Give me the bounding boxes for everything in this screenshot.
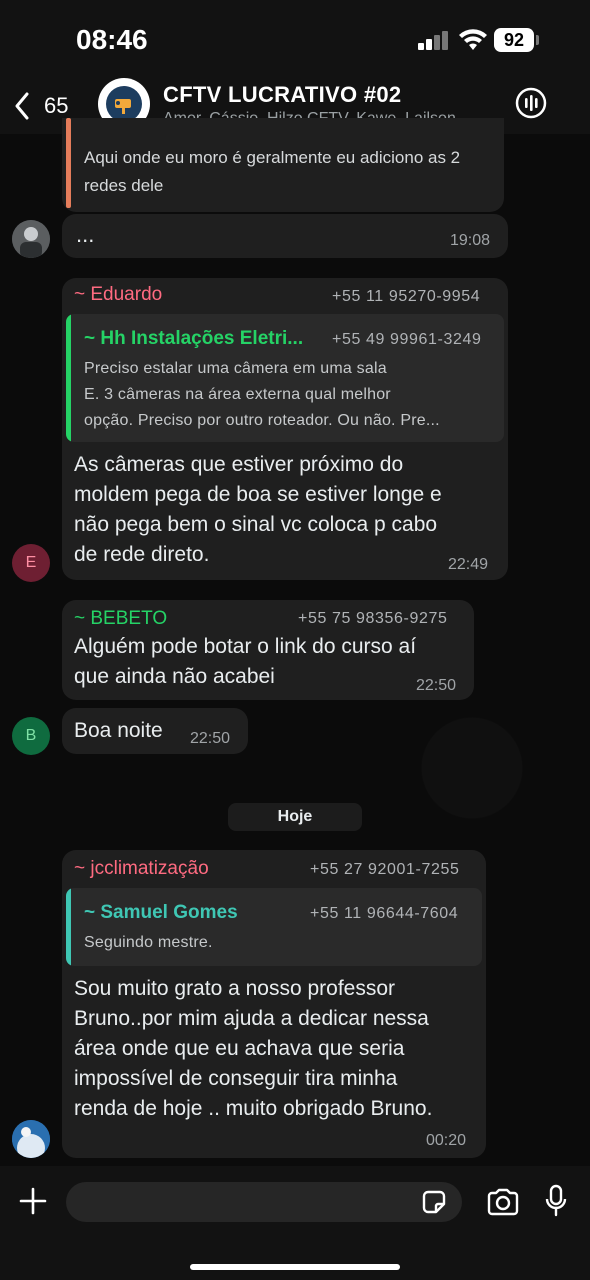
sender-phone: +55 75 98356-9275	[298, 610, 448, 627]
quoted-text-line: Preciso estalar uma câmera em uma sala	[84, 360, 387, 377]
back-chevron-icon	[15, 92, 29, 120]
avatar[interactable]	[12, 1120, 50, 1158]
battery-tip	[536, 35, 539, 45]
voice-call-icon[interactable]	[514, 86, 548, 120]
avatar[interactable]: B	[12, 717, 50, 755]
message-bubble[interactable]: ... 19:08	[62, 214, 508, 258]
quote-accent-bar	[66, 118, 71, 208]
microphone-icon[interactable]	[544, 1184, 568, 1218]
sender-phone: +55 27 92001-7255	[310, 861, 460, 878]
message-bubble[interactable]: ~ BEBETO +55 75 98356-9275 Alguém pode b…	[62, 600, 474, 700]
sender-phone: +55 11 95270-9954	[332, 288, 481, 305]
message-text-line: Sou muito grato a nosso professor	[74, 977, 396, 1000]
message-text: ...	[76, 222, 95, 247]
message-text-line: renda de hoje .. muito obrigado Bruno.	[74, 1097, 433, 1120]
quote-accent-bar	[66, 314, 71, 442]
message-bubble[interactable]: Boa noite 22:50	[62, 708, 248, 754]
message-time: 00:20	[426, 1132, 467, 1149]
chat-screen: 08:46 92 65 CFTV LUCRATIVO #02 Aqui onde…	[0, 0, 590, 1280]
message-text-line: que ainda não acabei	[74, 665, 275, 688]
quoted-message[interactable]: ~ Samuel Gomes +55 11 96644-7604 Seguind…	[66, 888, 482, 966]
message-text-line: de rede direto.	[74, 543, 210, 566]
plus-icon[interactable]	[18, 1186, 48, 1216]
quoted-phone: +55 49 99961-3249	[332, 331, 482, 348]
battery-indicator: 92	[494, 28, 534, 52]
sender-name[interactable]: ~ BEBETO	[74, 608, 167, 630]
cellular-signal-icon	[418, 30, 450, 50]
message-text-line: Aqui onde eu moro é geralmente eu adicio…	[84, 148, 461, 167]
quoted-text-line: Seguindo mestre.	[84, 934, 213, 951]
sender-name[interactable]: ~ jcclimatização	[74, 858, 209, 880]
quoted-sender: ~ Samuel Gomes	[84, 902, 238, 923]
quoted-text-line: E. 3 câmeras na área externa qual melhor	[84, 386, 391, 403]
message-time: 22:49	[448, 556, 489, 573]
message-text: Boa noite	[74, 719, 163, 742]
message-bubble[interactable]: ~ jcclimatização +55 27 92001-7255 ~ Sam…	[62, 850, 486, 1158]
message-composer	[0, 1166, 590, 1280]
wifi-icon	[459, 29, 487, 50]
message-text-line: impossível de conseguir tira minha	[74, 1067, 398, 1090]
message-text-line: área onde que eu achava que seria	[74, 1037, 405, 1060]
message-bubble[interactable]: ~ Eduardo +55 11 95270-9954 ~ Hh Instala…	[62, 278, 508, 580]
group-title[interactable]: CFTV LUCRATIVO #02	[163, 82, 401, 108]
quoted-message[interactable]: ~ Hh Instalações Eletri... +55 49 99961-…	[66, 314, 504, 442]
message-bubble[interactable]: Aqui onde eu moro é geralmente eu adicio…	[62, 118, 504, 212]
message-text-line: Alguém pode botar o link do curso aí	[74, 635, 417, 658]
clock: 08:46	[76, 24, 148, 55]
avatar[interactable]	[12, 220, 50, 258]
quoted-sender: ~ Hh Instalações Eletri...	[84, 328, 304, 349]
message-text-line: Bruno..por mim ajuda a dedicar nessa	[74, 1007, 429, 1030]
group-logo-icon	[106, 86, 142, 122]
message-time: 19:08	[450, 232, 491, 249]
message-input[interactable]	[66, 1182, 462, 1222]
message-text-line: moldem pega de boa se estiver longe e	[74, 483, 442, 506]
date-divider: Hoje	[228, 803, 362, 831]
sticker-icon[interactable]	[420, 1188, 448, 1216]
quoted-text-line: opção. Preciso por outro roteador. Ou nã…	[84, 412, 440, 429]
message-text-line: não pega bem o sinal vc coloca p cabo	[74, 513, 438, 536]
unread-count: 65	[44, 93, 69, 118]
sender-name[interactable]: ~ Eduardo	[74, 284, 162, 306]
message-text-line: As câmeras que estiver próximo do	[74, 453, 404, 476]
quoted-phone: +55 11 96644-7604	[310, 905, 459, 922]
message-time: 22:50	[416, 677, 457, 694]
quote-accent-bar	[66, 888, 71, 966]
camera-icon[interactable]	[486, 1188, 520, 1216]
status-bar: 08:46 92	[0, 0, 590, 78]
message-text-line: redes dele	[84, 176, 164, 195]
avatar[interactable]: E	[12, 544, 50, 582]
home-indicator	[190, 1264, 400, 1270]
message-time: 22:50	[190, 730, 231, 747]
